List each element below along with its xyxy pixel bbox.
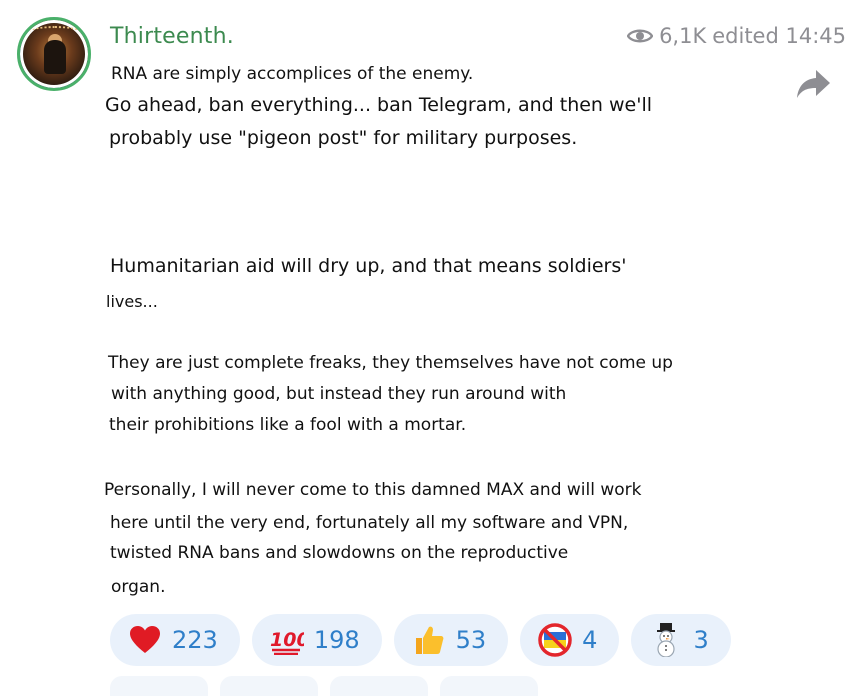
share-icon[interactable] [796,68,832,100]
no-flag-icon [538,623,572,657]
edited-time: edited 14:45 [712,24,846,48]
message-line: Humanitarian aid will dry up, and that m… [110,255,627,277]
message-line: probably use "pigeon post" for military … [109,127,578,149]
message-line: They are just complete freaks, they them… [108,353,673,373]
reaction-heart[interactable]: 223 [110,614,240,666]
message-line: here until the very end, fortunately all… [110,513,629,533]
reaction-hundred[interactable]: 100 198 [251,614,382,666]
reaction-thumbs-up[interactable]: 53 [393,614,509,666]
svg-text:100: 100 [270,629,304,651]
message-line: their prohibitions like a fool with a mo… [109,415,467,435]
channel-name[interactable]: Thirteenth. [110,24,234,49]
reaction-pill-partial [220,676,318,696]
reaction-snowman[interactable]: 3 [631,614,731,666]
reaction-pill-partial [330,676,428,696]
reaction-pill-partial [110,676,208,696]
eye-icon [627,29,654,43]
reaction-count: 3 [693,626,709,654]
thumbs-up-icon [412,623,446,657]
message-line: Personally, I will never come to this da… [104,480,642,500]
message-line: RNA are simply accomplices of the enemy. [111,64,474,84]
message-line: lives... [106,292,158,311]
channel-avatar[interactable] [17,17,91,91]
heart-icon [128,623,162,657]
view-count: 6,1K [659,24,707,48]
message-line: Go ahead, ban everything... ban Telegram… [105,94,653,116]
hundred-icon: 100 [270,623,304,657]
reaction-count: 53 [455,626,487,654]
reactions-bar: 223 100 198 53 [110,614,731,666]
reaction-count: 4 [582,626,598,654]
message-line: organ. [111,577,166,597]
reactions-row-partial [110,676,538,696]
reaction-count: 198 [313,626,360,654]
message-meta: 6,1K edited 14:45 [627,24,846,48]
reaction-count: 223 [172,626,218,654]
message-line: twisted RNA bans and slowdowns on the re… [110,543,569,563]
reaction-pill-partial [440,676,538,696]
snowman-icon [649,623,683,657]
avatar-figure [44,40,66,74]
reaction-no-flag[interactable]: 4 [520,614,620,666]
message-line: with anything good, but instead they run… [111,384,567,404]
